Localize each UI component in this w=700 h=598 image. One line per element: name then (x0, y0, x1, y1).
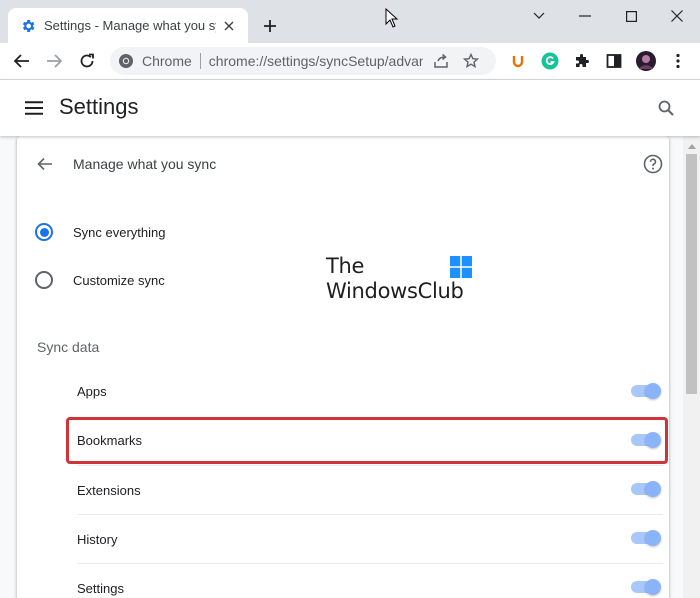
browser-toolbar: Chrome chrome://settings/syncSetup/advan… (0, 43, 700, 79)
toggle-switch[interactable] (631, 382, 663, 399)
arrow-right-icon[interactable] (40, 47, 68, 75)
sync-row-settings[interactable]: Settings (77, 563, 663, 598)
sync-item-label: Apps (77, 384, 107, 399)
scrollbar[interactable] (683, 136, 700, 598)
radio-label: Sync everything (73, 224, 166, 240)
sync-row-bookmarks[interactable]: Bookmarks (77, 416, 663, 465)
subpage-title: Manage what you sync (73, 156, 217, 172)
side-panel-icon[interactable] (604, 51, 624, 71)
grammarly-extension-icon[interactable] (540, 51, 560, 71)
close-window-icon[interactable] (654, 0, 700, 32)
arrow-left-icon[interactable] (8, 47, 36, 75)
tab-strip: Settings - Manage what you sync (0, 0, 700, 43)
puzzle-icon[interactable] (572, 51, 592, 71)
scrollbar-thumb[interactable] (686, 154, 697, 394)
sync-item-label: Settings (77, 580, 124, 596)
watermark-line-2: WindowsClub (326, 279, 464, 303)
toggle-switch[interactable] (631, 481, 663, 497)
radio-button-checked[interactable] (35, 223, 53, 241)
ublock-extension-icon[interactable] (508, 51, 528, 71)
omnibox-chip: Chrome (142, 53, 201, 69)
sync-item-label: Extensions (77, 482, 141, 498)
section-title: Sync data (37, 339, 100, 355)
arrow-left-icon[interactable] (35, 154, 55, 174)
settings-header: Settings (0, 80, 700, 136)
search-icon[interactable] (652, 94, 680, 122)
star-icon[interactable] (459, 49, 483, 73)
chrome-icon (118, 53, 134, 69)
toggle-switch[interactable] (631, 579, 663, 595)
sync-everything-option[interactable]: Sync everything (35, 222, 166, 242)
kebab-menu-icon[interactable] (668, 51, 688, 71)
avatar[interactable] (636, 51, 656, 71)
plus-icon[interactable] (258, 14, 282, 38)
tab-settings[interactable]: Settings - Manage what you sync (8, 8, 248, 43)
radio-label: Customize sync (73, 272, 165, 288)
sync-row-extensions[interactable]: Extensions (77, 465, 663, 514)
page-title: Settings (59, 94, 139, 119)
watermark: The WindowsClub (326, 254, 476, 306)
reload-icon[interactable] (73, 47, 101, 75)
toggle-switch[interactable] (631, 530, 663, 546)
chevron-down-icon[interactable] (516, 0, 562, 32)
share-icon[interactable] (429, 49, 453, 73)
address-bar[interactable]: Chrome chrome://settings/syncSetup/advan… (110, 47, 496, 75)
windows-logo-icon (450, 256, 472, 278)
sync-item-label: Bookmarks (77, 433, 143, 448)
sync-row-apps[interactable]: Apps (77, 367, 663, 416)
minimize-icon[interactable] (562, 0, 608, 32)
maximize-icon[interactable] (608, 0, 654, 32)
customize-sync-option[interactable]: Customize sync (35, 270, 165, 290)
help-icon[interactable] (642, 153, 664, 175)
hamburger-menu-icon[interactable] (22, 96, 46, 120)
sync-row-history[interactable]: History (77, 514, 663, 563)
scroll-up-arrow-icon[interactable] (683, 140, 700, 152)
url-text[interactable]: chrome://settings/syncSetup/advanced (201, 53, 423, 69)
mouse-cursor-icon (385, 7, 399, 33)
close-icon[interactable] (220, 17, 238, 35)
gear-icon (20, 18, 36, 34)
sync-item-label: History (77, 531, 118, 547)
toggle-switch[interactable] (631, 431, 663, 448)
tab-title: Settings - Manage what you sync (44, 18, 216, 33)
radio-button-unchecked[interactable] (35, 271, 53, 289)
